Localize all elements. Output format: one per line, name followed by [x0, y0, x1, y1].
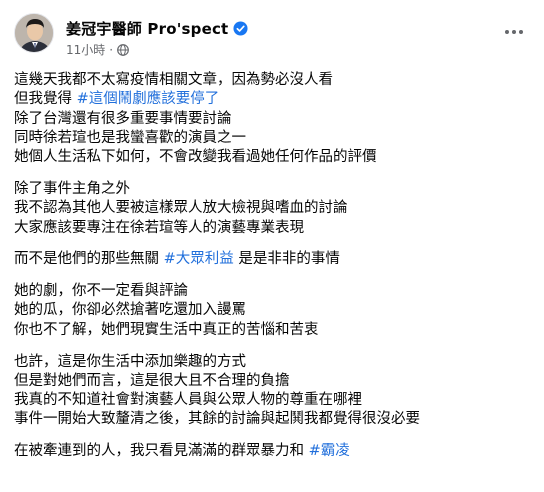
hashtag-link[interactable]: #大眾利益	[164, 251, 234, 267]
post-line: 但是對她們而言，這是很大且不合理的負擔	[14, 372, 534, 391]
post-line: 大家應該要專注在徐若瑄等人的演藝專業表現	[14, 219, 534, 238]
post-timestamp[interactable]: 11小時	[66, 41, 105, 58]
post-text-segment: 大家應該要專注在徐若瑄等人的演藝專業表現	[14, 219, 304, 236]
post-line: 也許，這是你生活中添加樂趣的方式	[14, 353, 534, 372]
post-text-segment: 這幾天我都不太寫疫情相關文章，因為勢必沒人看	[14, 72, 333, 88]
author-avatar[interactable]	[14, 13, 54, 53]
post-header: 姜冠宇醫師 Pro'spect 11小時 ·	[14, 12, 534, 62]
hashtag-link[interactable]: #這個鬧劇應該要停了	[77, 91, 220, 107]
post-text-segment: 事件一開始大致釐清之後，其餘的討論與起鬨我都覺得很沒必要	[14, 411, 420, 428]
post-paragraph: 也許，這是你生活中添加樂趣的方式但是對她們而言，這是很大且不合理的負擔我真的不知…	[14, 353, 534, 430]
post-text-segment: 同時徐若瑄也是我蠻喜歡的演員之一	[14, 129, 246, 146]
post-meta: 11小時 ·	[66, 41, 130, 58]
post-paragraph: 她的劇，你不一定看與評論她的瓜，你卻必然搶著吃還加入謾罵你也不了解，她們現實生活…	[14, 282, 534, 340]
post-text: 這幾天我都不太寫疫情相關文章，因為勢必沒人看 但我覺得 #這個鬧劇應該要停了 除了台…	[14, 71, 534, 474]
post-line: 同時徐若瑄也是我蠻喜歡的演員之一	[14, 129, 534, 148]
post-text-segment: 她的瓜，你卻必然搶著吃還加入謾罵	[14, 302, 246, 319]
post-line: 除了事件主角之外	[14, 180, 534, 199]
author-name[interactable]: 姜冠宇醫師 Pro'spect	[66, 18, 228, 39]
post-line: 我真的不知道社會對演藝人員與公眾人物的尊重在哪裡	[14, 391, 534, 410]
more-options-icon-dot	[505, 30, 509, 34]
post-paragraph: 而不是他們的那些無關 #大眾利益 是是非非的事情	[14, 250, 534, 269]
post-text-segment: 我真的不知道社會對演藝人員與公眾人物的尊重在哪裡	[14, 392, 362, 409]
post-line: 她的瓜，你卻必然搶著吃還加入謾罵	[14, 301, 534, 320]
verified-badge-icon	[233, 21, 248, 36]
post-line: 但我覺得 #這個鬧劇應該要停了	[14, 90, 534, 109]
post-paragraph: 在被牽連到的人，我只看見滿滿的群眾暴力和 #霸凌	[14, 442, 534, 461]
hashtag-link[interactable]: #霸凌	[309, 443, 350, 459]
post-text-segment: 除了台灣還有很多重要事情要討論	[14, 110, 232, 127]
post-line: 而不是他們的那些無關 #大眾利益 是是非非的事情	[14, 250, 534, 269]
meta-separator: ·	[109, 42, 114, 57]
post-line: 她個人生活私下如何，不會改變我看過她任何作品的評價	[14, 148, 534, 167]
post-text-segment: 我不認為其他人要被這樣眾人放大檢視與嗜血的討論	[14, 200, 348, 217]
post-line: 在被牽連到的人，我只看見滿滿的群眾暴力和 #霸凌	[14, 442, 534, 461]
post-text-segment: 她個人生活私下如何，不會改變我看過她任何作品的評價	[14, 149, 377, 166]
post-line: 她的劇，你不一定看與評論	[14, 282, 534, 301]
post-text-segment: 但是對她們而言，這是很大且不合理的負擔	[14, 372, 290, 389]
author-row: 姜冠宇醫師 Pro'spect	[66, 18, 248, 39]
more-options-icon-dot	[519, 30, 523, 34]
more-options-icon-dot	[512, 30, 516, 34]
post-text-segment: 她的劇，你不一定看與評論	[14, 283, 188, 300]
globe-icon[interactable]	[117, 43, 130, 56]
post-line: 事件一開始大致釐清之後，其餘的討論與起鬨我都覺得很沒必要	[14, 410, 534, 429]
post-text-segment: 是是非非的事情	[233, 251, 340, 268]
post-line: 除了台灣還有很多重要事情要討論	[14, 110, 534, 129]
post-paragraph: 除了事件主角之外我不認為其他人要被這樣眾人放大檢視與嗜血的討論 大家應該要專注在徐…	[14, 180, 534, 238]
post-text-segment: 你也不了解，她們現實生活中真正的苦惱和苦衷	[14, 321, 319, 338]
post-text-segment: 而不是他們的那些無關	[14, 251, 164, 268]
post-line: 你也不了解，她們現實生活中真正的苦惱和苦衷	[14, 321, 534, 340]
post-line: 我不認為其他人要被這樣眾人放大檢視與嗜血的討論	[14, 199, 534, 218]
post-text-segment: 在被牽連到的人，我只看見滿滿的群眾暴力和	[14, 443, 309, 460]
avatar-photo	[15, 14, 53, 52]
post-text-segment: 除了事件主角之外	[14, 180, 130, 197]
post-text-segment: 但我覺得	[14, 91, 77, 108]
post-text-segment: 也許，這是你生活中添加樂趣的方式	[14, 353, 246, 370]
more-options-button[interactable]	[496, 17, 532, 47]
post-paragraph: 這幾天我都不太寫疫情相關文章，因為勢必沒人看 但我覺得 #這個鬧劇應該要停了 除了台…	[14, 71, 534, 167]
post-line: 這幾天我都不太寫疫情相關文章，因為勢必沒人看	[14, 71, 534, 90]
